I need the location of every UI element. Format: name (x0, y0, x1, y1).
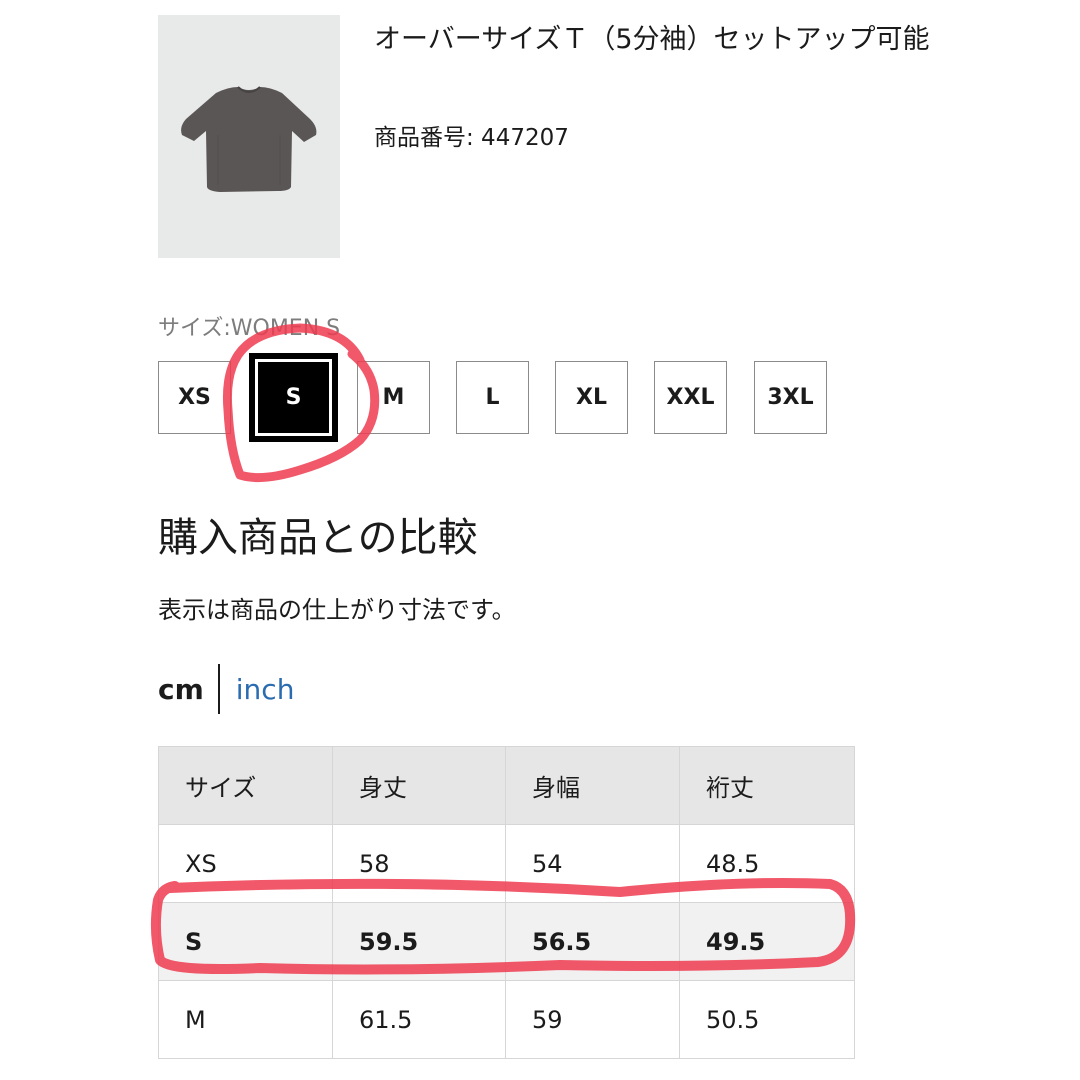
unit-divider (217, 664, 220, 714)
table-cell: 54 (505, 824, 680, 903)
size-option-l[interactable]: L (456, 361, 529, 434)
table-cell: 50.5 (679, 980, 855, 1059)
measurement-note: 表示は商品の仕上がり寸法です。 (158, 596, 516, 624)
unit-inch-link[interactable]: inch (236, 673, 295, 706)
header-sleeve: 裄丈 (679, 746, 855, 825)
table-row-highlighted: S 59.5 56.5 49.5 (158, 902, 855, 981)
table-row: M 61.5 59 50.5 (158, 980, 855, 1059)
size-option-xxl[interactable]: XXL (654, 361, 727, 434)
tshirt-image (181, 86, 317, 192)
size-option-xl[interactable]: XL (555, 361, 628, 434)
header-width: 身幅 (505, 746, 680, 825)
table-cell: XS (158, 824, 333, 903)
table-cell: 61.5 (332, 980, 506, 1059)
table-cell: 56.5 (505, 902, 680, 981)
comparison-title: 購入商品との比較 (158, 515, 478, 561)
header-length: 身丈 (332, 746, 506, 825)
size-chart-table: サイズ 身丈 身幅 裄丈 XS 58 54 48.5 S 59.5 56.5 4… (158, 746, 855, 1059)
unit-cm-option[interactable]: cm (158, 673, 204, 706)
size-option-3xl[interactable]: 3XL (754, 361, 827, 434)
unit-toggle: cm inch (158, 664, 294, 714)
table-header-row: サイズ 身丈 身幅 裄丈 (158, 746, 855, 825)
size-option-xs[interactable]: XS (158, 361, 231, 434)
product-name: オーバーサイズＴ（5分袖）セットアップ可能 (374, 24, 930, 55)
table-cell: 48.5 (679, 824, 855, 903)
table-cell: 59 (505, 980, 680, 1059)
table-cell: S (158, 902, 333, 981)
size-option-m[interactable]: M (357, 361, 430, 434)
table-cell: M (158, 980, 333, 1059)
table-row: XS 58 54 48.5 (158, 824, 855, 903)
size-option-s[interactable]: S (249, 353, 338, 442)
product-image (158, 15, 340, 258)
table-cell: 59.5 (332, 902, 506, 981)
table-cell: 58 (332, 824, 506, 903)
size-label: サイズ:WOMEN S (158, 316, 341, 341)
product-number: 商品番号: 447207 (374, 125, 569, 151)
header-size: サイズ (158, 746, 333, 825)
table-cell: 49.5 (679, 902, 855, 981)
